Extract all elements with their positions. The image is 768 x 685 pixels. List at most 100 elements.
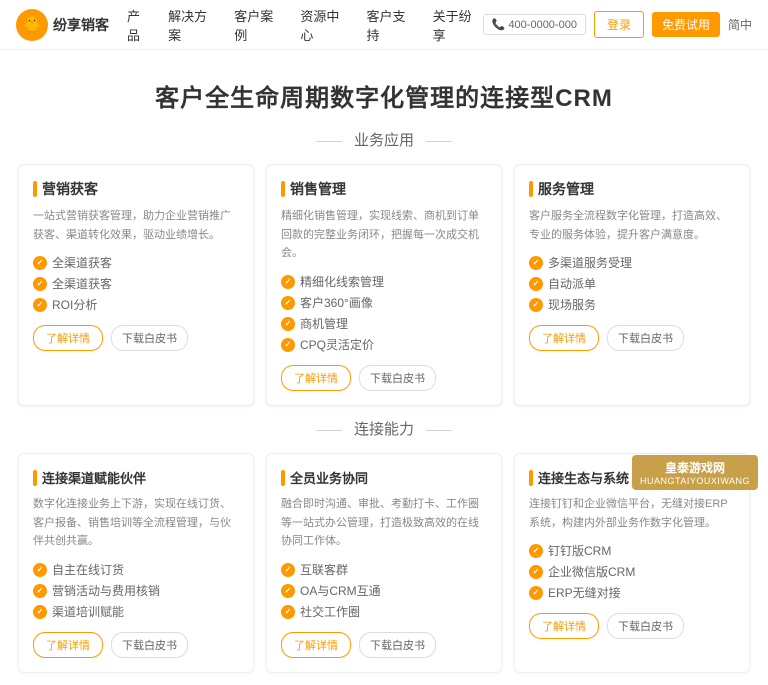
service-download-button[interactable]: 下载白皮书 [607,325,684,351]
section2-label: 连接能力 [354,421,414,438]
title-bar-icon [529,181,533,197]
card-marketing-title: 营销获客 [33,179,239,199]
logo-icon: 🐥 [16,9,48,41]
feature-item: ✓ 商机管理 [281,313,487,334]
title-bar-icon [281,470,285,486]
feature-check-icon: ✓ [281,317,295,331]
feature-item: ✓ ERP无缝对接 [529,582,735,603]
feature-item: ✓ 客户360°画像 [281,292,487,313]
language-button[interactable]: 简中 [728,16,752,33]
section2-header: —— 连接能力 —— [0,418,768,439]
card-service-actions: 了解详情 下载白皮书 [529,325,735,351]
phone-number: 400-0000-000 [508,19,577,31]
feature-item: ✓ 营销活动与费用核销 [33,580,239,601]
card-sales: 销售管理 精细化销售管理，实现线索、商机到订单回款的完整业务闭环，把握每一次成交… [266,164,502,406]
sales-download-button[interactable]: 下载白皮书 [359,365,436,391]
section1-header: —— 业务应用 —— [0,129,768,150]
business-cards-grid: 营销获客 一站式营销获客管理，助力企业营销推广获客、渠道转化效果，驱动业绩增长。… [0,164,768,406]
nav-link-solutions[interactable]: 解决方案 [168,6,218,44]
feature-item: ✓ 互联客群 [281,559,487,580]
feature-check-icon: ✓ [281,275,295,289]
ecosystem-download-button[interactable]: 下载白皮书 [607,613,684,639]
card-collab-title: 全员业务协同 [281,468,487,487]
section2-divider-right: —— [426,422,452,437]
watermark: 皇泰游戏网 HUANGTAIYOUXIWANG [632,455,758,490]
ecosystem-detail-button[interactable]: 了解详情 [529,613,599,639]
card-marketing-actions: 了解详情 下载白皮书 [33,325,239,351]
feature-item: ✓ 自动派单 [529,273,735,294]
channel-detail-button[interactable]: 了解详情 [33,632,103,658]
card-service-features: ✓ 多渠道服务受理 ✓ 自动派单 ✓ 现场服务 [529,252,735,315]
watermark-line1: 皇泰游戏网 [640,459,750,476]
title-bar-icon [281,181,285,197]
navbar: 🐥 纷享销客 产品 解决方案 客户案例 资源中心 客户支持 关于纷享 📞 400… [0,0,768,50]
service-detail-button[interactable]: 了解详情 [529,325,599,351]
nav-actions: 📞 400-0000-000 登录 免费试用 简中 [483,11,752,38]
watermark-line2: HUANGTAIYOUXIWANG [640,476,750,486]
feature-item: ✓ 现场服务 [529,294,735,315]
login-button[interactable]: 登录 [594,11,644,38]
section1-divider-left: —— [316,133,342,148]
marketing-detail-button[interactable]: 了解详情 [33,325,103,351]
feature-check-icon: ✓ [281,605,295,619]
card-sales-title: 销售管理 [281,179,487,199]
phone-button[interactable]: 📞 400-0000-000 [483,14,586,35]
logo-area: 🐥 纷享销客 [16,9,109,41]
card-collab-desc: 融合即时沟通、审批、考勤打卡、工作圈等一站式办公管理，打造极致高效的在线协同工作… [281,495,487,551]
card-marketing-desc: 一站式营销获客管理，助力企业营销推广获客、渠道转化效果，驱动业绩增长。 [33,207,239,244]
hero-section: 客户全生命周期数字化管理的连接型CRM [0,50,768,125]
feature-item: ✓ 全渠道获客 [33,252,239,273]
collab-detail-button[interactable]: 了解详情 [281,632,351,658]
feature-item: ✓ 钉钉版CRM [529,540,735,561]
feature-check-icon: ✓ [281,563,295,577]
feature-check-icon: ✓ [33,298,47,312]
feature-check-icon: ✓ [529,298,543,312]
nav-link-products[interactable]: 产品 [127,6,152,44]
feature-check-icon: ✓ [281,296,295,310]
card-channel-desc: 数字化连接业务上下游，实现在线订货、客户报备、销售培训等全流程管理，与伙伴共创共… [33,495,239,551]
feature-check-icon: ✓ [529,256,543,270]
section2-divider-left: —— [316,422,342,437]
nav-link-about[interactable]: 关于纷享 [433,6,483,44]
feature-item: ✓ 全渠道获客 [33,273,239,294]
feature-item: ✓ 自主在线订货 [33,559,239,580]
card-channel-title: 连接渠道赋能伙伴 [33,468,239,487]
phone-icon: 📞 [492,19,506,31]
card-collab-features: ✓ 互联客群 ✓ OA与CRM互通 ✓ 社交工作圈 [281,559,487,622]
card-channel: 连接渠道赋能伙伴 数字化连接业务上下游，实现在线订货、客户报备、销售培训等全流程… [18,453,254,673]
free-trial-button[interactable]: 免费试用 [652,12,720,37]
card-service-desc: 客户服务全流程数字化管理，打造高效、专业的服务体验，提升客户满意度。 [529,207,735,244]
card-marketing-features: ✓ 全渠道获客 ✓ 全渠道获客 ✓ ROI分析 [33,252,239,315]
card-channel-features: ✓ 自主在线订货 ✓ 营销活动与费用核销 ✓ 渠道培训赋能 [33,559,239,622]
feature-check-icon: ✓ [529,586,543,600]
channel-download-button[interactable]: 下载白皮书 [111,632,188,658]
card-collab-actions: 了解详情 下载白皮书 [281,632,487,658]
card-marketing: 营销获客 一站式营销获客管理，助力企业营销推广获客、渠道转化效果，驱动业绩增长。… [18,164,254,406]
feature-check-icon: ✓ [281,338,295,352]
logo-text: 纷享销客 [53,15,109,35]
feature-item: ✓ 精细化线索管理 [281,271,487,292]
marketing-download-button[interactable]: 下载白皮书 [111,325,188,351]
feature-check-icon: ✓ [33,277,47,291]
card-collab: 全员业务协同 融合即时沟通、审批、考勤打卡、工作圈等一站式办公管理，打造极致高效… [266,453,502,673]
nav-link-resources[interactable]: 资源中心 [300,6,350,44]
card-ecosystem-actions: 了解详情 下载白皮书 [529,613,735,639]
feature-check-icon: ✓ [529,565,543,579]
section1-label: 业务应用 [354,132,414,149]
feature-check-icon: ✓ [33,605,47,619]
sales-detail-button[interactable]: 了解详情 [281,365,351,391]
feature-check-icon: ✓ [33,563,47,577]
feature-item: ✓ ROI分析 [33,294,239,315]
nav-link-cases[interactable]: 客户案例 [234,6,284,44]
title-bar-icon [529,470,533,486]
feature-check-icon: ✓ [33,256,47,270]
feature-check-icon: ✓ [529,277,543,291]
nav-links: 产品 解决方案 客户案例 资源中心 客户支持 关于纷享 [127,6,483,44]
hero-title: 客户全生命周期数字化管理的连接型CRM [0,78,768,113]
feature-check-icon: ✓ [33,584,47,598]
nav-link-support[interactable]: 客户支持 [366,6,416,44]
collab-download-button[interactable]: 下载白皮书 [359,632,436,658]
card-sales-actions: 了解详情 下载白皮书 [281,365,487,391]
feature-item: ✓ 渠道培训赋能 [33,601,239,622]
watermark-box: 皇泰游戏网 HUANGTAIYOUXIWANG [632,455,758,490]
